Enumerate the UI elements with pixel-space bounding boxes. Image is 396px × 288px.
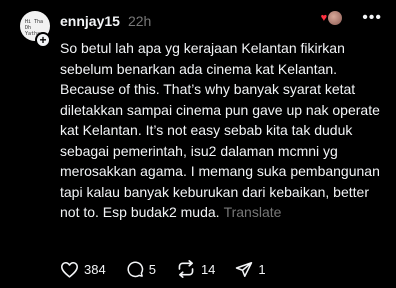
like-button[interactable]: 384 xyxy=(60,261,106,278)
repost-count: 14 xyxy=(200,261,216,277)
avatar-container[interactable]: Hi Tha Dh Yatha + xyxy=(20,11,51,48)
share-button[interactable]: 1 xyxy=(235,261,266,278)
timestamp: 22h xyxy=(127,13,152,29)
comment-count: 5 xyxy=(148,261,156,277)
username[interactable]: ennjay15 xyxy=(60,13,120,29)
post-text: So betul lah apa yg kerajaan Kelantan fi… xyxy=(60,40,380,220)
follow-plus-icon[interactable]: + xyxy=(35,32,51,48)
share-count: 1 xyxy=(258,261,266,277)
action-bar: 384 5 14 1 xyxy=(60,260,286,278)
more-icon[interactable]: ••• xyxy=(362,10,382,26)
repost-button[interactable]: 14 xyxy=(176,260,215,278)
translate-link[interactable]: Translate xyxy=(224,204,282,220)
post-top-right: ♥ ••• xyxy=(320,10,382,26)
post-body: So betul lah apa yg kerajaan Kelantan fi… xyxy=(60,38,386,223)
share-icon xyxy=(236,261,253,277)
post-header: ennjay15 22h xyxy=(60,11,151,31)
like-count: 384 xyxy=(84,261,106,277)
liked-heart-icon: ♥ xyxy=(320,12,328,24)
liker-avatar xyxy=(328,11,343,25)
comment-button[interactable]: 5 xyxy=(126,260,156,278)
heart-icon xyxy=(61,261,78,278)
repost-icon xyxy=(178,260,194,278)
comment-icon xyxy=(127,261,143,278)
